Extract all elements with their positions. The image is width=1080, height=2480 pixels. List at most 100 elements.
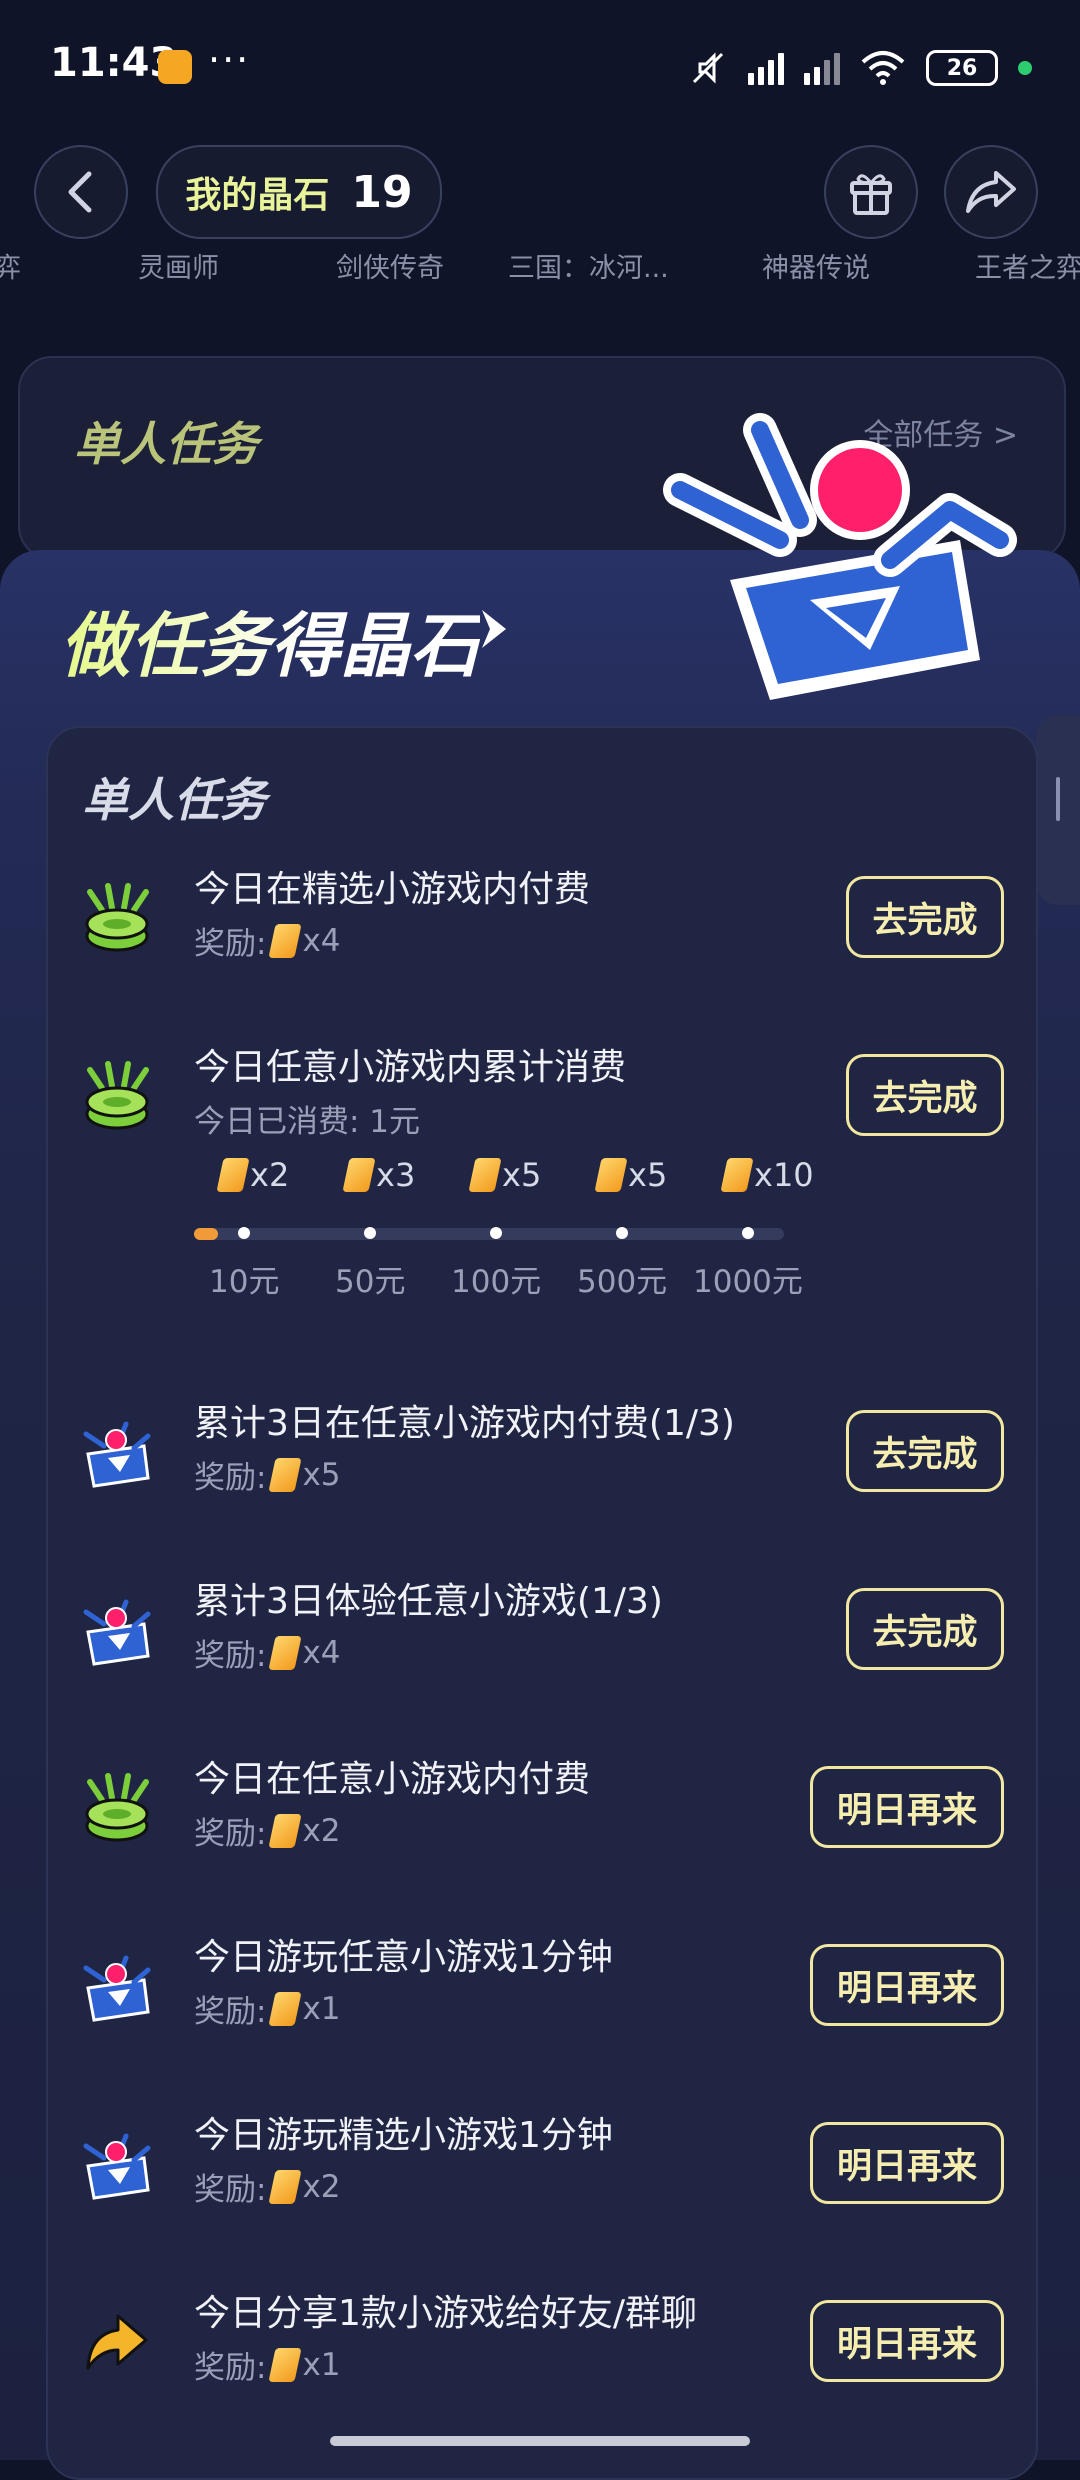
task-panel: 做任务得晶石 单人任务 今日在精选小游戏内付费 奖励: x4 去完成 今日任意小… [0, 413, 1080, 2480]
task-item: 今日分享1款小游戏给好友/群聊 奖励: x1 明日再来 [48, 2272, 1036, 2412]
status-bar: 11:43 ··· 26 [0, 0, 1080, 130]
home-indicator[interactable] [330, 2436, 750, 2446]
reward-value: x2 [302, 1812, 341, 1849]
progress-milestone-dot [238, 1227, 250, 1239]
progress-milestone-dot [742, 1227, 754, 1239]
milestone-reward: x5 [592, 1156, 667, 1194]
crystal-icon [268, 1813, 303, 1848]
reward-value: x1 [302, 2346, 341, 2383]
milestone-label: 500元 [577, 1264, 668, 1300]
crystal-icon [268, 1635, 303, 1670]
panel-headline: 做任务得晶石 [60, 590, 480, 691]
game-tab[interactable]: 神器传说 [762, 246, 870, 285]
signal-1-icon [748, 51, 784, 85]
task-reward: 奖励: x1 [194, 1986, 341, 2031]
my-crystals-pill[interactable]: 我的晶石 19 [156, 145, 442, 239]
come-back-tomorrow-button[interactable]: 明日再来 [810, 1944, 1004, 2026]
complete-button[interactable]: 去完成 [846, 1054, 1004, 1136]
milestone-label: 100元 [451, 1264, 542, 1300]
milestone-reward: x5 [466, 1156, 541, 1194]
chevron-left-icon [68, 171, 92, 213]
task-item: 累计3日体验任意小游戏(1/3) 奖励: x4 去完成 [48, 1560, 1036, 1700]
milestone-reward-value: x5 [502, 1156, 542, 1194]
task-name: 累计3日体验任意小游戏(1/3) [194, 1581, 663, 1622]
crystal-icon [342, 1158, 376, 1192]
come-back-tomorrow-button[interactable]: 明日再来 [810, 2300, 1004, 2382]
side-scroll-handle[interactable] [1036, 715, 1080, 905]
arrow-deco-icon [482, 610, 506, 648]
coin-stack-icon [85, 1061, 149, 1130]
crystal-icon [216, 1158, 250, 1192]
task-reward: 奖励: x4 [194, 918, 341, 963]
task-reward: 奖励: x1 [194, 2342, 341, 2387]
reward-label: 奖励: [194, 2172, 267, 2208]
crystal-icon [468, 1158, 502, 1192]
mascot-icon [663, 413, 1017, 700]
back-button[interactable] [34, 145, 128, 239]
progress-milestone-dot [616, 1227, 628, 1239]
task-item: 今日游玩精选小游戏1分钟 奖励: x2 明日再来 [48, 2094, 1036, 2234]
crystal-icon [268, 1457, 303, 1492]
progress-track [194, 1228, 784, 1240]
crystal-icon [268, 923, 303, 958]
come-back-tomorrow-button[interactable]: 明日再来 [810, 2122, 1004, 2204]
reward-value: x4 [302, 1634, 341, 1671]
game-tab[interactable]: 剑侠传奇 [336, 246, 444, 285]
share-icon [966, 171, 1016, 213]
share-button[interactable] [944, 145, 1038, 239]
spending-progress: x2 10元 x3 50元 x5 100元 x5 500元 x10 1000元 [194, 1156, 814, 1300]
status-right: 26 [688, 48, 1032, 88]
complete-button[interactable]: 去完成 [846, 1410, 1004, 1492]
gift-icon [850, 174, 892, 215]
green-dot-icon [1018, 61, 1032, 75]
reward-value: x1 [302, 1990, 341, 2027]
task-reward: 奖励: x5 [194, 1452, 341, 1497]
signal-2-icon [804, 51, 840, 85]
mute-icon [692, 52, 724, 84]
task-reward: 奖励: x2 [194, 1808, 341, 1853]
gift-box-icon [83, 2133, 151, 2200]
milestone-label: 50元 [335, 1264, 406, 1300]
coin-stack-icon [85, 883, 149, 952]
game-tab[interactable]: 灵画师 [138, 246, 219, 285]
reward-value: x2 [302, 2168, 341, 2205]
wifi-icon [861, 51, 905, 85]
progress-fill [194, 1228, 218, 1240]
milestone-reward-value: x5 [628, 1156, 668, 1194]
complete-button[interactable]: 去完成 [846, 1588, 1004, 1670]
milestone-reward-value: x10 [754, 1156, 814, 1194]
milestone-label: 10元 [209, 1264, 280, 1300]
milestone-label: 1000元 [693, 1264, 803, 1300]
task-name: 今日游玩任意小游戏1分钟 [194, 1937, 613, 1978]
task-reward: 奖励: x4 [194, 1630, 341, 1675]
reward-value: x4 [302, 922, 341, 959]
crystal-icon [720, 1158, 754, 1192]
game-tab[interactable]: 三国：冰河... [508, 246, 669, 285]
reward-label: 奖励: [194, 1638, 267, 1674]
crystal-icon [268, 2347, 303, 2382]
milestone-reward: x3 [340, 1156, 415, 1194]
crystal-icon [268, 2169, 303, 2204]
task-name: 今日在精选小游戏内付费 [194, 869, 591, 910]
task-item: 今日任意小游戏内累计消费 今日已消费: 1元 去完成 x2 10元 x3 50元 x5 1… [48, 1026, 1036, 1406]
task-reward: 奖励: x2 [194, 2164, 341, 2209]
spent-today: 今日已消费: 1元 [194, 1104, 421, 1140]
notification-app-icon [158, 50, 192, 84]
progress-milestone-dot [490, 1227, 502, 1239]
share-arrow-icon [86, 2314, 148, 2370]
task-item: 今日在任意小游戏内付费 奖励: x2 明日再来 [48, 1738, 1036, 1878]
complete-button[interactable]: 去完成 [846, 876, 1004, 958]
crystal-icon [268, 1991, 303, 2026]
reward-label: 奖励: [194, 1994, 267, 2030]
gift-button[interactable] [824, 145, 918, 239]
progress-milestone-dot [364, 1227, 376, 1239]
come-back-tomorrow-button[interactable]: 明日再来 [810, 1766, 1004, 1848]
game-tabs: 弈 灵画师 剑侠传奇 三国：冰河... 神器传说 王者之弈 [0, 246, 1080, 286]
game-tab[interactable]: 弈 [0, 246, 21, 285]
task-name: 今日分享1款小游戏给好友/群聊 [194, 2293, 698, 2334]
gift-box-icon [83, 1955, 151, 2022]
task-name: 今日在任意小游戏内付费 [194, 1759, 591, 1800]
battery-icon: 26 [926, 50, 998, 86]
game-tab[interactable]: 王者之弈 [975, 246, 1080, 285]
task-name: 今日游玩精选小游戏1分钟 [194, 2115, 613, 2156]
